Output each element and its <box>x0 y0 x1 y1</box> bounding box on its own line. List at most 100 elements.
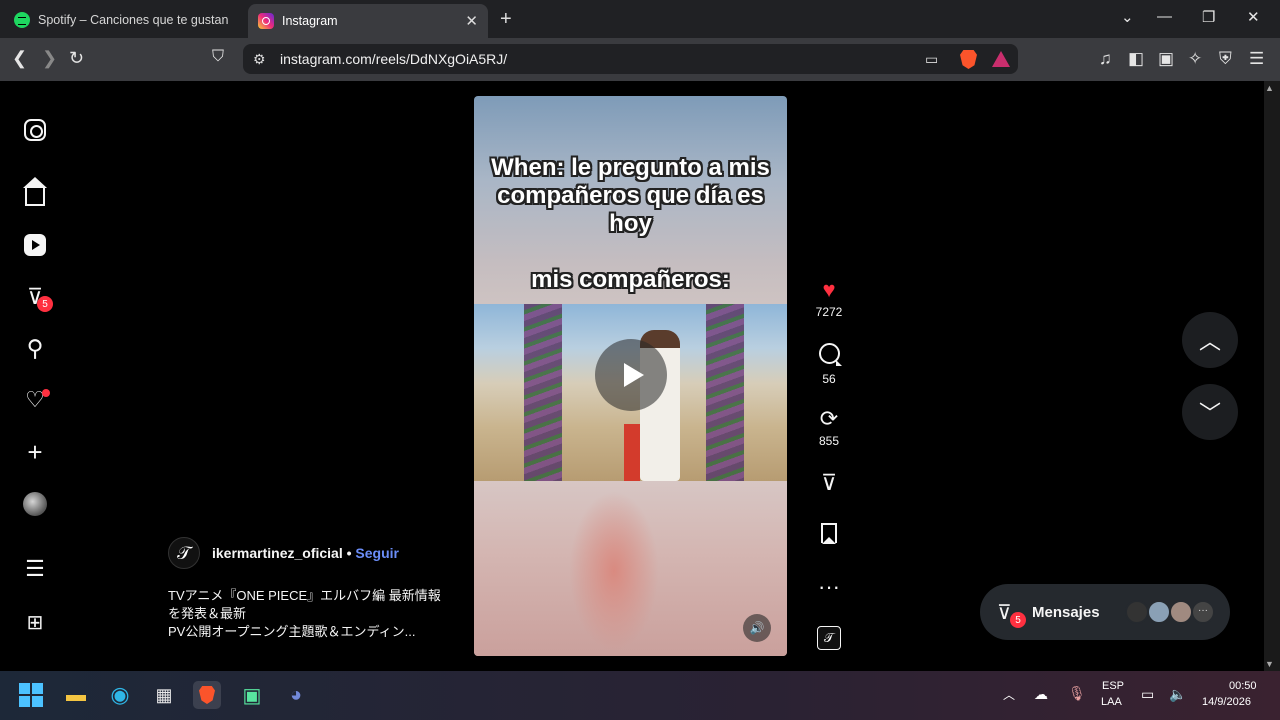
reel-description[interactable]: TVアニメ『ONE PIECE』エルバフ編 最新情報を発表＆最新 PV公開オープ… <box>168 587 453 641</box>
avatar <box>1125 600 1149 624</box>
save-button[interactable] <box>809 523 849 549</box>
next-reel-button[interactable]: ﹀ <box>1182 384 1238 440</box>
app-icon[interactable]: ▣ <box>238 681 266 709</box>
share-icon: ⊽ <box>820 470 838 495</box>
media-icon[interactable]: ♫ <box>1099 49 1112 69</box>
more-avatars-icon: ··· <box>1191 600 1215 624</box>
previous-reel-button[interactable]: ︿ <box>1182 312 1238 368</box>
author-username[interactable]: ikermartinez_oficial <box>212 545 343 561</box>
clock-time[interactable]: 00:50 <box>1229 680 1257 692</box>
search-nav[interactable]: ⚲ <box>22 335 48 361</box>
author-line: ikermartinez_oficial • Seguir <box>212 545 399 561</box>
bookmark-icon <box>809 523 849 549</box>
scroll-up-arrow[interactable]: ▲ <box>1265 83 1274 93</box>
restore-button[interactable]: ❐ <box>1202 8 1215 26</box>
discord-icon[interactable]: ◕ <box>282 681 310 709</box>
more-options-button[interactable]: ··· <box>809 574 849 600</box>
brave-rewards-icon[interactable] <box>992 51 1010 67</box>
close-tab-icon[interactable]: ✕ <box>465 12 478 30</box>
instagram-logo-icon[interactable] <box>24 119 46 141</box>
spotify-icon <box>14 11 30 28</box>
edge-icon[interactable]: ◉ <box>106 681 134 709</box>
search-icon: ⚲ <box>26 334 44 361</box>
scrollbar[interactable] <box>1264 81 1280 671</box>
repost-button[interactable]: ⟳ 855 <box>809 406 849 448</box>
sidebar-toggle-icon[interactable]: ◧ <box>1128 49 1144 69</box>
address-bar[interactable]: ⚙ instagram.com/reels/DdNXgOiA5RJ/ ▭ <box>243 44 1018 74</box>
decoration-right <box>706 304 744 481</box>
original-audio-button[interactable]: 𝒯 <box>809 626 849 650</box>
author-avatar[interactable]: 𝒯 <box>168 537 200 569</box>
share-button[interactable]: ⊽ <box>809 470 849 496</box>
new-tab-button[interactable]: + <box>500 8 512 31</box>
onedrive-icon[interactable]: ☁ <box>1034 686 1048 703</box>
volume-icon[interactable]: 🔈 <box>1169 686 1186 703</box>
wallet-icon[interactable]: ▣ <box>1158 49 1174 69</box>
windows-taskbar: ▬ ◉ ▦ ▣ ◕ <box>0 671 1280 720</box>
close-window-button[interactable]: ✕ <box>1247 8 1260 26</box>
store-icon[interactable]: ▦ <box>150 681 178 709</box>
create-nav[interactable]: + <box>22 436 48 467</box>
reels-nav[interactable] <box>22 232 48 258</box>
repost-icon: ⟳ <box>819 406 839 431</box>
scarf <box>624 424 640 481</box>
tab-search-icon[interactable]: ⌄ <box>1121 8 1134 26</box>
like-button[interactable]: ♥ 7272 <box>809 277 849 319</box>
tab-label: Instagram <box>282 14 338 28</box>
back-button[interactable]: ❮ <box>12 48 27 69</box>
brave-taskbar-icon[interactable] <box>193 681 221 709</box>
language-code: ESP <box>1102 680 1125 692</box>
site-info-icon[interactable]: ⚙ <box>253 51 266 68</box>
start-button[interactable] <box>17 681 45 709</box>
cast-icon[interactable]: ▭ <box>925 51 938 68</box>
also-from-meta-nav[interactable]: ⊞ <box>22 609 48 635</box>
microphone-icon[interactable]: 🎙 <box>1068 685 1086 702</box>
tab-instagram[interactable]: Instagram ✕ <box>248 4 488 38</box>
plus-icon: + <box>27 436 43 467</box>
home-nav[interactable] <box>22 177 48 206</box>
decoration-left <box>524 304 562 481</box>
network-icon[interactable]: ▭ <box>1141 686 1154 703</box>
follow-button[interactable]: Seguir <box>355 545 399 561</box>
tab-spotify[interactable]: Spotify – Canciones que te gustan <box>4 5 244 34</box>
separator: • <box>346 545 352 561</box>
audio-toggle-button[interactable]: 🔊 <box>743 614 771 642</box>
instagram-icon <box>258 13 274 29</box>
file-explorer-icon[interactable]: ▬ <box>62 681 90 709</box>
forward-button[interactable]: ❯ <box>42 48 57 69</box>
more-nav[interactable]: ☰ <box>22 556 48 582</box>
leo-ai-icon[interactable]: ✧ <box>1188 49 1202 69</box>
menu-icon[interactable]: ☰ <box>1249 49 1264 69</box>
reel-video[interactable]: When: le pregunto a mis compañeros que d… <box>474 96 787 656</box>
bookmark-page-icon[interactable]: ⛉ <box>212 48 224 66</box>
messages-pill-badge: 5 <box>1010 612 1026 628</box>
play-button[interactable] <box>595 339 667 411</box>
profile-nav[interactable] <box>22 491 48 517</box>
reload-button[interactable]: ↻ <box>69 48 84 69</box>
home-icon <box>23 177 47 206</box>
tab-label: Spotify – Canciones que te gustan <box>38 12 229 27</box>
blurred-figure <box>569 491 659 651</box>
vpn-icon[interactable]: ⛨ <box>1219 49 1232 69</box>
avatar <box>1169 600 1193 624</box>
messages-pill[interactable]: ⊽ 5 Mensajes ··· <box>980 584 1230 640</box>
show-hidden-icons[interactable]: ︿ <box>1003 686 1015 703</box>
clock-date[interactable]: 14/9/2026 <box>1202 696 1251 708</box>
minimize-button[interactable]: — <box>1157 8 1172 25</box>
description-line: PV公開オープニング主題歌＆エンディン... <box>168 624 416 639</box>
menu-icon: ☰ <box>25 556 45 581</box>
reel-overlay-text-2: mis compañeros: <box>531 266 730 293</box>
url-text: instagram.com/reels/DdNXgOiA5RJ/ <box>280 51 508 67</box>
heart-filled-icon: ♥ <box>822 277 836 302</box>
language-indicator[interactable]: ESP <box>1102 680 1124 692</box>
more-icon: ··· <box>818 574 840 599</box>
comments-count: 56 <box>822 372 836 386</box>
avatar <box>23 492 47 516</box>
keyboard-layout: LAA <box>1101 696 1122 708</box>
likes-count: 7272 <box>815 305 843 319</box>
reels-icon <box>24 234 46 256</box>
messages-badge: 5 <box>37 296 53 312</box>
comment-button[interactable]: 56 <box>809 343 849 386</box>
scroll-down-arrow[interactable]: ▼ <box>1265 659 1274 669</box>
tab-bar: Spotify – Canciones que te gustan Instag… <box>0 0 1280 38</box>
